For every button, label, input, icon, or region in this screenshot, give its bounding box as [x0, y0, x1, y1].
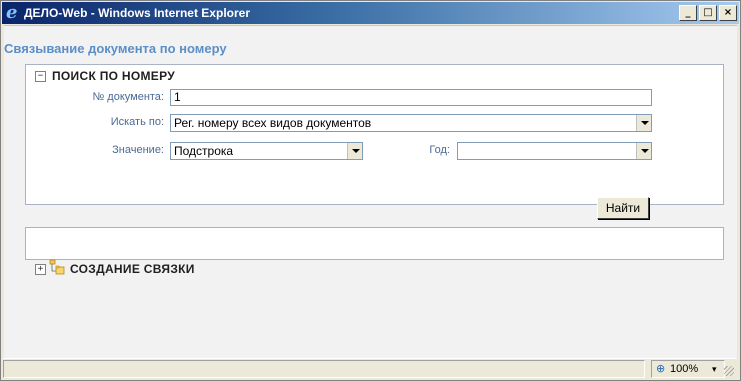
maximize-button[interactable]: □: [699, 5, 717, 21]
search-panel-heading: ПОИСК ПО НОМЕРУ: [52, 69, 176, 83]
close-button[interactable]: ×: [719, 5, 737, 21]
ie-icon: e: [6, 2, 18, 23]
year-label: Год:: [429, 144, 450, 156]
chevron-down-icon[interactable]: [347, 143, 362, 159]
search-panel: [25, 64, 724, 205]
page-title: Связывание документа по номеру: [4, 41, 227, 56]
match-value: Подстрока: [174, 144, 234, 158]
find-button[interactable]: Найти: [597, 197, 649, 219]
minimize-button[interactable]: _: [679, 5, 697, 21]
link-panel: [25, 227, 724, 260]
link-panel-heading: СОЗДАНИЕ СВЯЗКИ: [70, 262, 195, 276]
window-controls: _ □ ×: [677, 5, 737, 21]
title-bar: e ДЕЛО-Web - Windows Internet Explorer _…: [2, 2, 739, 24]
status-text-area: [3, 360, 645, 378]
match-label: Значение:: [112, 144, 164, 156]
zoom-level: 100%: [670, 363, 699, 375]
search-by-value: Рег. номеру всех видов документов: [174, 116, 372, 130]
chevron-down-icon[interactable]: [636, 143, 651, 159]
chevron-down-icon[interactable]: [636, 115, 651, 131]
chevron-down-icon[interactable]: ▾: [712, 361, 717, 377]
expand-toggle-icon[interactable]: +: [35, 264, 46, 275]
doc-number-input[interactable]: [170, 89, 652, 106]
zoom-icon: ⊕: [656, 363, 666, 375]
collapse-toggle-icon[interactable]: −: [35, 71, 46, 82]
match-select[interactable]: Подстрока: [170, 142, 363, 160]
window-title: ДЕЛО-Web - Windows Internet Explorer: [24, 6, 250, 20]
folder-tree-icon: [49, 259, 65, 275]
resize-grip-icon[interactable]: [724, 366, 734, 376]
status-bar: ⊕ 100% ▾: [3, 358, 736, 378]
search-by-label: Искать по:: [110, 116, 164, 128]
search-by-select[interactable]: Рег. номеру всех видов документов: [170, 114, 652, 132]
doc-number-label: № документа:: [92, 91, 164, 103]
zoom-control[interactable]: ⊕ 100% ▾: [651, 360, 725, 378]
year-select[interactable]: [457, 142, 652, 160]
